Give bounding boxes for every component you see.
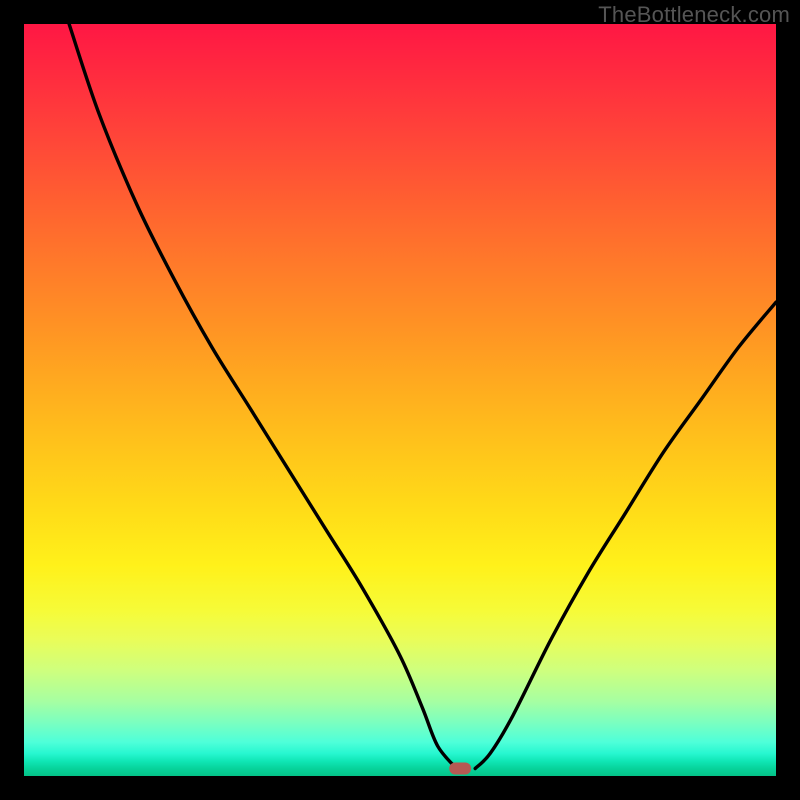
curve-right-branch [475, 302, 776, 768]
minimum-marker [449, 763, 471, 775]
curve-layer [24, 24, 776, 776]
plot-area [24, 24, 776, 776]
watermark-label: TheBottleneck.com [598, 2, 790, 28]
chart-frame: TheBottleneck.com [0, 0, 800, 800]
curve-left-branch [69, 24, 456, 769]
